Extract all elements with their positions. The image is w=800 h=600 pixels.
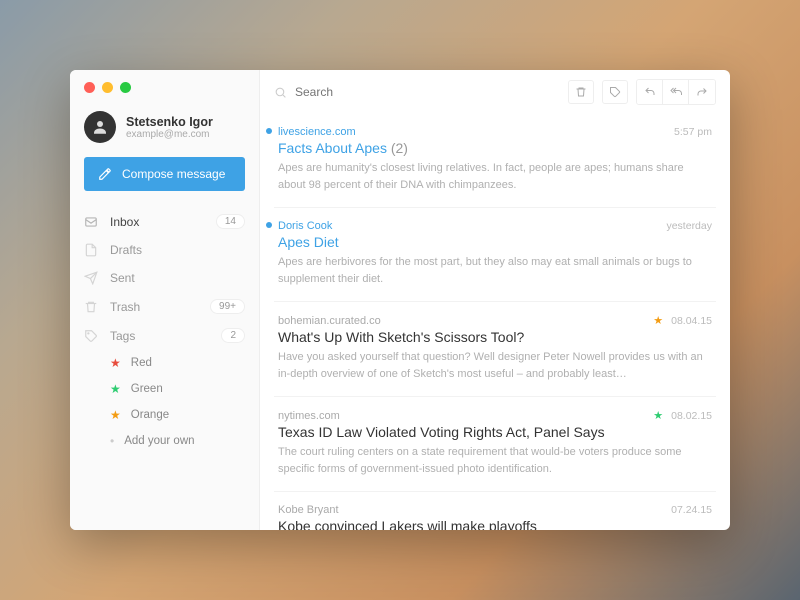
message-timestamp: 08.02.15 xyxy=(671,410,712,422)
flag-star-icon: ★ xyxy=(653,314,663,327)
nav-label: Drafts xyxy=(110,243,245,257)
nav-badge: 2 xyxy=(221,328,245,343)
message-preview: The court ruling centers on a state requ… xyxy=(278,444,712,477)
trash-icon xyxy=(575,86,587,98)
message-subject: Kobe convinced Lakers will make playoffs xyxy=(278,518,712,530)
reply-icon xyxy=(644,86,656,98)
tag-icon xyxy=(609,86,621,98)
nav-item-drafts[interactable]: Drafts xyxy=(70,236,259,264)
search-wrap xyxy=(274,85,560,99)
nav-label: Inbox xyxy=(110,215,216,229)
nav-badge: 99+ xyxy=(210,299,245,314)
tag-label: Green xyxy=(131,383,163,395)
compose-button[interactable]: Compose message xyxy=(84,157,245,191)
drafts-icon xyxy=(84,243,98,257)
message-sender: Kobe Bryant xyxy=(278,504,663,516)
tag-label: Red xyxy=(131,357,152,369)
message-timestamp: 07.24.15 xyxy=(671,504,712,516)
unread-dot-icon xyxy=(266,128,272,134)
nav-item-inbox[interactable]: Inbox 14 xyxy=(70,207,259,236)
message-preview: Apes are humanity's closest living relat… xyxy=(278,160,712,193)
message-item[interactable]: Doris Cook yesterday Apes Diet Apes are her… xyxy=(274,208,716,302)
reply-button[interactable] xyxy=(637,80,663,104)
message-count: (2) xyxy=(387,140,408,156)
message-item[interactable]: nytimes.com ★ 08.02.15 Texas ID Law Violate… xyxy=(274,397,716,492)
nav-group xyxy=(636,79,716,105)
nav-item-trash[interactable]: Trash 99+ xyxy=(70,292,259,321)
inbox-icon xyxy=(84,215,98,229)
close-window-icon[interactable] xyxy=(84,82,95,93)
message-subject: Texas ID Law Violated Voting Rights Act,… xyxy=(278,424,712,440)
nav-label: Tags xyxy=(110,329,221,343)
flag-star-icon: ★ xyxy=(653,409,663,422)
toolbar xyxy=(260,70,730,114)
nav-list: Inbox 14 Drafts Sent Trash 99+ Tags 2 xyxy=(70,205,259,350)
nav-item-tags[interactable]: Tags 2 xyxy=(70,321,259,350)
sent-icon xyxy=(84,271,98,285)
profile-meta: Stetsenko Igor example@me.com xyxy=(126,115,213,140)
tag-button[interactable] xyxy=(602,80,628,104)
unread-dot-icon xyxy=(266,222,272,228)
avatar xyxy=(84,111,116,143)
delete-button[interactable] xyxy=(568,80,594,104)
window-controls xyxy=(70,82,259,107)
message-list[interactable]: livescience.com 5:57 pm Facts About Apes (… xyxy=(260,114,730,530)
star-icon: ★ xyxy=(110,408,121,422)
tag-item-green[interactable]: ★ Green xyxy=(70,376,259,402)
bullet-icon: • xyxy=(110,434,114,448)
search-icon xyxy=(274,86,287,99)
minimize-window-icon[interactable] xyxy=(102,82,113,93)
message-sender: nytimes.com xyxy=(278,410,639,422)
nav-badge: 14 xyxy=(216,214,245,229)
message-subject: Facts About Apes (2) xyxy=(278,140,712,156)
message-item[interactable]: Kobe Bryant 07.24.15 Kobe convinced Lakers… xyxy=(274,492,716,530)
tag-label: Add your own xyxy=(124,435,194,447)
profile-email: example@me.com xyxy=(126,129,213,140)
message-sender: Doris Cook xyxy=(278,220,658,232)
compose-icon xyxy=(98,167,112,181)
tags-list: ★ Red ★ Green ★ Orange • Add your own xyxy=(70,350,259,454)
nav-item-sent[interactable]: Sent xyxy=(70,264,259,292)
tag-item-red[interactable]: ★ Red xyxy=(70,350,259,376)
star-icon: ★ xyxy=(110,356,121,370)
message-sender: bohemian.curated.co xyxy=(278,315,639,327)
message-item[interactable]: livescience.com 5:57 pm Facts About Apes (… xyxy=(274,114,716,208)
tag-item-orange[interactable]: ★ Orange xyxy=(70,402,259,428)
message-preview: Apes are herbivores for the most part, b… xyxy=(278,254,712,287)
reply-all-button[interactable] xyxy=(663,80,689,104)
tag-label: Orange xyxy=(131,409,169,421)
forward-button[interactable] xyxy=(689,80,715,104)
maximize-window-icon[interactable] xyxy=(120,82,131,93)
forward-icon xyxy=(696,86,708,98)
search-input[interactable] xyxy=(295,85,560,99)
tags-icon xyxy=(84,329,98,343)
nav-label: Trash xyxy=(110,300,210,314)
message-timestamp: yesterday xyxy=(666,220,712,232)
message-timestamp: 5:57 pm xyxy=(674,126,712,138)
tag-item-add[interactable]: • Add your own xyxy=(70,428,259,454)
message-subject: Apes Diet xyxy=(278,234,712,250)
sidebar: Stetsenko Igor example@me.com Compose me… xyxy=(70,70,260,530)
message-preview: Have you asked yourself that question? W… xyxy=(278,349,712,382)
reply-all-icon xyxy=(669,86,683,98)
message-item[interactable]: bohemian.curated.co ★ 08.04.15 What's Up Wi… xyxy=(274,302,716,397)
message-sender: livescience.com xyxy=(278,126,666,138)
nav-label: Sent xyxy=(110,271,245,285)
app-window: Stetsenko Igor example@me.com Compose me… xyxy=(70,70,730,530)
message-subject: What's Up With Sketch's Scissors Tool? xyxy=(278,329,712,345)
star-icon: ★ xyxy=(110,382,121,396)
message-timestamp: 08.04.15 xyxy=(671,315,712,327)
trash-icon xyxy=(84,300,98,314)
compose-label: Compose message xyxy=(122,167,225,181)
main-panel: livescience.com 5:57 pm Facts About Apes (… xyxy=(260,70,730,530)
profile-name: Stetsenko Igor xyxy=(126,115,213,129)
profile[interactable]: Stetsenko Igor example@me.com xyxy=(70,107,259,157)
